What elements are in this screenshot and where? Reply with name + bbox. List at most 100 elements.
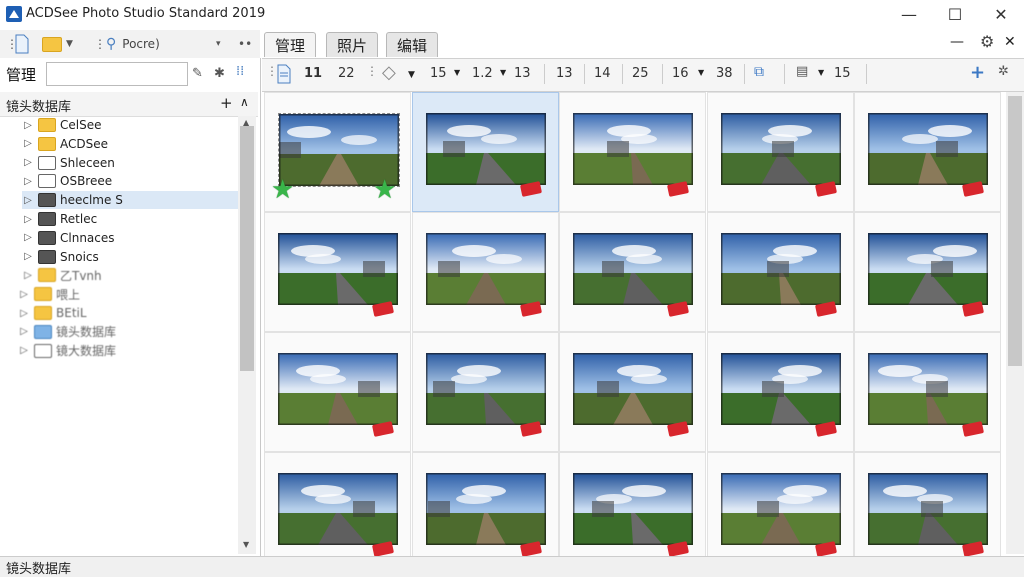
toolbar-value[interactable]: 16: [672, 66, 689, 81]
chevron-down-icon[interactable]: ▼: [408, 70, 415, 80]
tab-edit[interactable]: 编辑: [386, 32, 439, 57]
toolbar-value[interactable]: 22: [338, 66, 355, 81]
tree-item[interactable]: ▷ Snoics: [22, 248, 238, 266]
pin-icon[interactable]: ✱: [214, 66, 225, 81]
rating-star-icon[interactable]: ★: [373, 177, 396, 203]
maximize-button[interactable]: ☐: [932, 0, 978, 28]
chevron-down-icon[interactable]: ▼: [698, 68, 704, 77]
expand-arrow-icon[interactable]: ▷: [18, 308, 30, 319]
view-mode-icon[interactable]: ⧉: [754, 64, 764, 80]
folder-icon: [38, 212, 56, 226]
more-icon[interactable]: ••: [238, 34, 252, 54]
toolbar-value[interactable]: 11: [304, 66, 322, 81]
tab-photo[interactable]: 照片: [326, 32, 379, 57]
thumbnail-cell[interactable]: [411, 92, 559, 212]
expand-arrow-icon[interactable]: ▷: [22, 157, 34, 168]
tree-item[interactable]: ▷ BEtiL: [18, 304, 234, 322]
sort-icon[interactable]: ▤: [796, 64, 808, 79]
chevron-down-icon[interactable]: ▼: [818, 68, 824, 77]
minimize-button[interactable]: —: [886, 0, 932, 28]
thumbnail-cell[interactable]: [264, 452, 411, 572]
scroll-down-icon[interactable]: ▼: [243, 540, 249, 549]
thumbnail-cell[interactable]: [854, 212, 1001, 332]
settings-icon[interactable]: ✲: [998, 64, 1009, 79]
thumbnail-cell[interactable]: [706, 332, 854, 452]
tab-manage[interactable]: 管理: [264, 32, 317, 57]
expand-arrow-icon[interactable]: ▷: [22, 195, 34, 206]
tree-item[interactable]: ▷ 镜头数据库: [18, 323, 234, 341]
toolbar-value[interactable]: 13: [556, 66, 573, 81]
thumbnail-cell[interactable]: [411, 212, 559, 332]
thumbnail-cell[interactable]: ★ ★: [264, 92, 411, 212]
thumbnail-cell[interactable]: [264, 332, 411, 452]
minimize-pane-icon[interactable]: —: [950, 34, 964, 50]
thumbnail-cell[interactable]: [559, 332, 706, 452]
document-icon[interactable]: [276, 64, 292, 84]
open-folder-button[interactable]: ▼: [42, 34, 73, 54]
collapse-button[interactable]: ∧: [240, 95, 249, 109]
tree-item[interactable]: ▷ 乙Tvnh: [22, 266, 238, 284]
search-button[interactable]: ⚲ Pocre): [106, 34, 160, 54]
thumbnail-cell[interactable]: [706, 452, 854, 572]
tree-item[interactable]: ▷ Shleceen: [22, 154, 238, 172]
toolbar-value[interactable]: 14: [594, 66, 611, 81]
tree-item[interactable]: ▷ heeclme S: [22, 191, 238, 210]
chevron-down-icon[interactable]: ▼: [454, 68, 460, 77]
scroll-up-icon[interactable]: ▲: [243, 118, 249, 127]
tree-item-label: Clnnaces: [60, 230, 115, 245]
thumbnail-cell[interactable]: [706, 212, 854, 332]
gear-icon[interactable]: ⚙: [980, 32, 994, 51]
thumbnail-cell[interactable]: [854, 332, 1001, 452]
tree-item[interactable]: ▷ Retlec: [22, 210, 238, 228]
expand-arrow-icon[interactable]: ▷: [18, 345, 30, 356]
rating-diamond-icon[interactable]: ◇: [382, 62, 396, 83]
expand-arrow-icon[interactable]: ▷: [22, 270, 34, 281]
photo-thumbnail: [278, 473, 398, 545]
close-button[interactable]: ✕: [978, 0, 1024, 28]
tree-item[interactable]: ▷ 喂上: [18, 285, 234, 303]
expand-arrow-icon[interactable]: ▷: [18, 289, 30, 300]
tree-item[interactable]: ▷ Clnnaces: [22, 229, 238, 247]
toolbar-value[interactable]: 25: [632, 66, 649, 81]
tree-item[interactable]: ▷ 镜大数据库: [18, 342, 234, 360]
tree-item[interactable]: ▷ CelSee: [22, 116, 238, 134]
toolbar-value[interactable]: 38: [716, 66, 733, 81]
thumbnail-cell[interactable]: [411, 452, 559, 572]
chevron-down-icon[interactable]: ▾: [216, 34, 221, 54]
tree-item[interactable]: ▷ ACDSee: [22, 135, 238, 153]
toolbar-value[interactable]: 15: [834, 66, 851, 81]
tree-item[interactable]: ▷ OSBreee: [22, 172, 238, 190]
toolbar-value[interactable]: 13: [514, 66, 531, 81]
photo-thumbnail: [278, 233, 398, 305]
options-icon[interactable]: ⁞⁞: [236, 64, 244, 79]
chevron-down-icon[interactable]: ▼: [500, 68, 506, 77]
expand-arrow-icon[interactable]: ▷: [22, 251, 34, 262]
thumbnail-cell[interactable]: [411, 332, 559, 452]
thumbnail-cell[interactable]: [854, 92, 1001, 212]
thumbnail-cell[interactable]: [559, 452, 706, 572]
expand-arrow-icon[interactable]: ▷: [22, 232, 34, 243]
thumbnail-cell[interactable]: [559, 92, 706, 212]
expand-arrow-icon[interactable]: ▷: [22, 120, 34, 131]
thumbnail-cell[interactable]: [264, 212, 411, 332]
new-file-icon[interactable]: [14, 34, 30, 54]
expand-arrow-icon[interactable]: ▷: [18, 326, 30, 337]
edit-icon[interactable]: ✎: [192, 66, 203, 81]
expand-arrow-icon[interactable]: ▷: [22, 214, 34, 225]
add-button[interactable]: +: [970, 62, 985, 83]
rating-star-icon[interactable]: ★: [271, 177, 294, 203]
panel-search-input[interactable]: [46, 62, 188, 86]
divider: [662, 64, 663, 84]
close-pane-icon[interactable]: ✕: [1004, 34, 1016, 50]
thumbnail-cell[interactable]: [706, 92, 854, 212]
toolbar-value[interactable]: 15: [430, 66, 447, 81]
expand-arrow-icon[interactable]: ▷: [22, 176, 34, 187]
left-scrollbar-thumb[interactable]: [240, 126, 254, 371]
label-tag-icon: [371, 301, 395, 317]
thumbnail-cell[interactable]: [854, 452, 1001, 572]
toolbar-value[interactable]: 1.2: [472, 66, 493, 81]
grid-scrollbar-thumb[interactable]: [1008, 96, 1022, 366]
expand-arrow-icon[interactable]: ▷: [22, 138, 34, 149]
add-button[interactable]: +: [220, 94, 233, 112]
thumbnail-cell[interactable]: [559, 212, 706, 332]
